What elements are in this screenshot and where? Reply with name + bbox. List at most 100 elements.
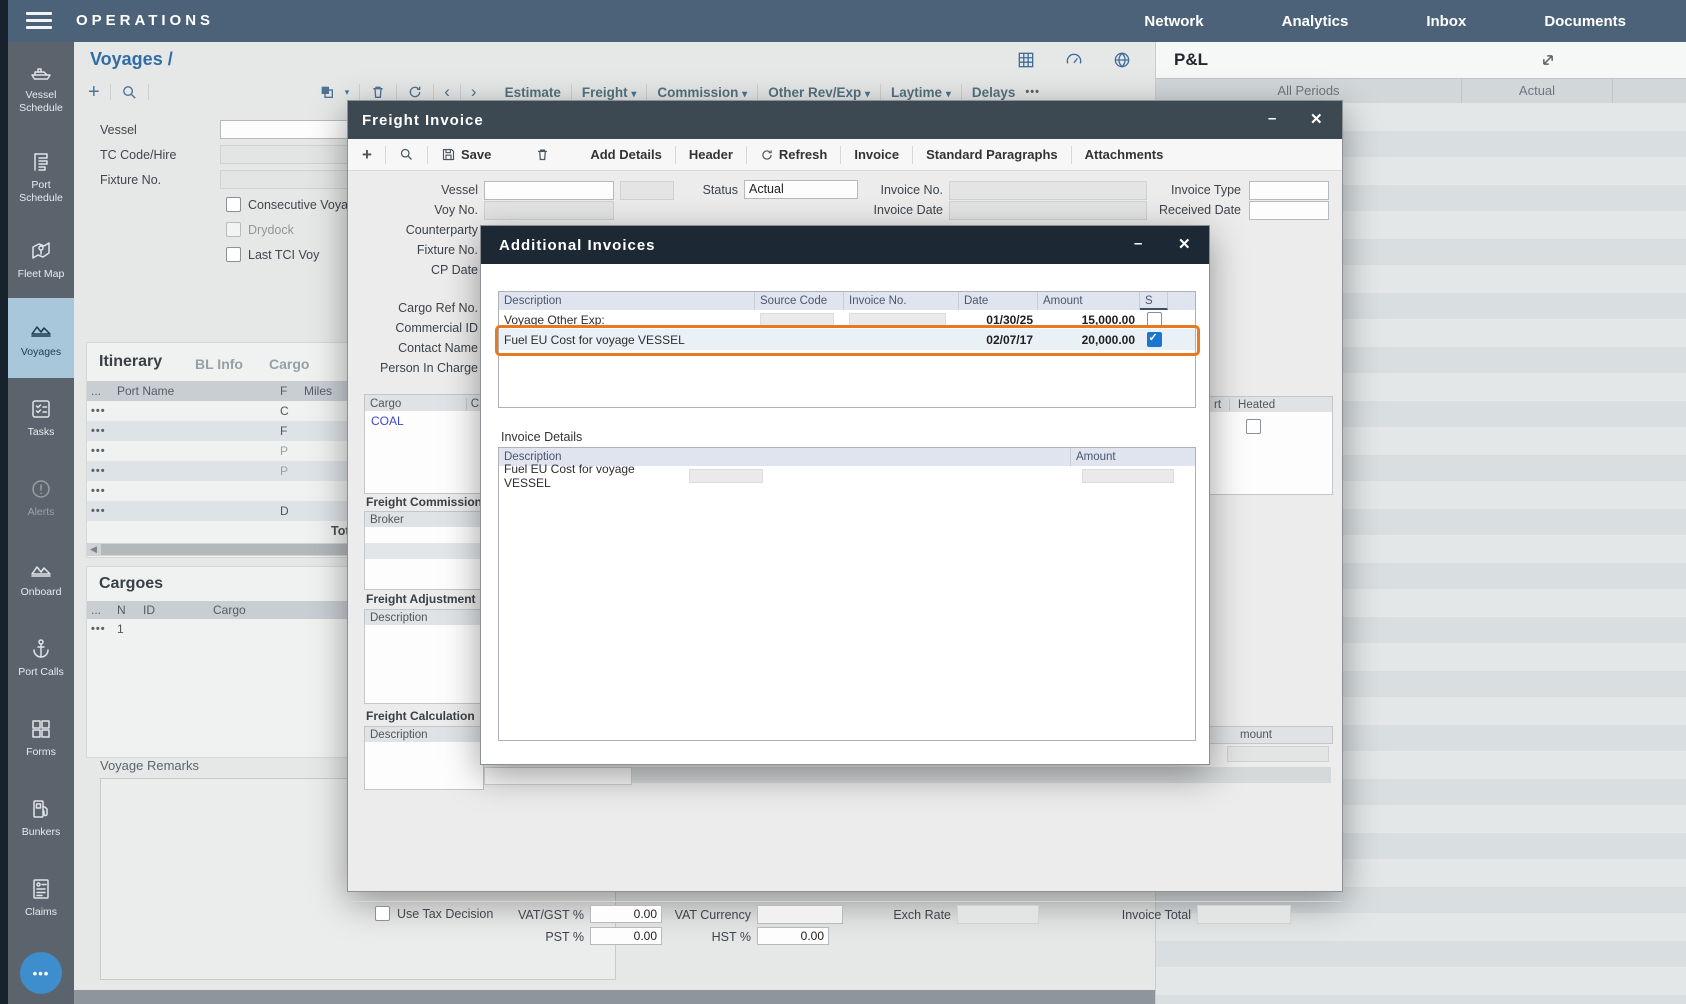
standard-paragraphs-button[interactable]: Standard Paragraphs xyxy=(926,147,1058,162)
col-f: F xyxy=(280,384,304,398)
checkbox-icon[interactable] xyxy=(375,906,390,921)
additional-invoices-titlebar[interactable]: Additional Invoices – ✕ xyxy=(481,226,1209,264)
freight-invoice-titlebar[interactable]: Freight Invoice – ✕ xyxy=(348,101,1342,139)
row-select-checkbox[interactable] xyxy=(1147,312,1162,327)
toolbar-overflow-icon[interactable]: ••• xyxy=(1025,86,1040,98)
fi-cargo-ref-no-label: Cargo Ref No. xyxy=(358,301,478,315)
top-menu-analytics[interactable]: Analytics xyxy=(1282,13,1349,30)
cargo-coal-link[interactable]: COAL xyxy=(365,411,483,431)
delete-icon[interactable] xyxy=(370,84,386,100)
sidebar-item-tasks[interactable]: Tasks xyxy=(8,378,74,458)
fi-invoice-no-input[interactable] xyxy=(949,181,1147,200)
header-button[interactable]: Header xyxy=(689,147,733,162)
attachments-button[interactable]: Attachments xyxy=(1085,147,1164,162)
sidebar-item-onboard[interactable]: Onboard xyxy=(8,538,74,618)
globe-icon[interactable] xyxy=(1112,50,1132,70)
fi-status-input[interactable]: Actual xyxy=(744,180,858,199)
expand-icon[interactable] xyxy=(1538,50,1558,70)
invoice-total-input[interactable] xyxy=(1197,905,1291,924)
close-button[interactable]: ✕ xyxy=(1310,110,1323,128)
toolbar-commission[interactable]: Commission ▾ xyxy=(657,85,747,100)
top-menu-inbox[interactable]: Inbox xyxy=(1426,13,1466,30)
sidebar-item-claims[interactable]: Claims xyxy=(8,858,74,938)
app-title: OPERATIONS xyxy=(76,12,214,29)
checkbox-icon[interactable] xyxy=(226,197,241,212)
fi-amount-input-fragment[interactable] xyxy=(1227,746,1329,762)
row-amount: 20,000.00 xyxy=(1038,331,1140,349)
chat-feedback-button[interactable]: ••• xyxy=(20,952,62,994)
refresh-icon[interactable] xyxy=(407,84,423,100)
refresh-button[interactable]: Refresh xyxy=(760,147,827,162)
sidebar-item-port-schedule[interactable]: Port Schedule xyxy=(8,132,74,222)
next-icon[interactable]: › xyxy=(471,82,477,102)
fi-vessel-input[interactable] xyxy=(484,181,614,200)
hst-input[interactable]: 0.00 xyxy=(757,927,829,945)
fi-voy-no-input[interactable] xyxy=(484,201,614,220)
row-description: Voyage Other Exp: xyxy=(499,311,755,329)
fi-invoice-date-input[interactable] xyxy=(949,201,1147,220)
sidebar-item-vessel-schedule[interactable]: Vessel Schedule xyxy=(8,42,74,132)
forms-icon xyxy=(29,717,53,741)
grid-view-icon[interactable] xyxy=(1016,50,1036,70)
chevron-down-icon: ▾ xyxy=(946,89,951,100)
invoice-row-fuel-eu-cost[interactable]: Fuel EU Cost for voyage VESSEL 02/07/17 … xyxy=(499,329,1195,350)
fi-invoice-no-label: Invoice No. xyxy=(843,183,943,197)
sidebar-item-bunkers[interactable]: Bunkers xyxy=(8,778,74,858)
pnl-actual-header[interactable]: Actual xyxy=(1462,79,1613,104)
scroll-left-arrow-icon[interactable]: ◀ xyxy=(90,544,97,555)
sidebar-item-forms[interactable]: Forms xyxy=(8,698,74,778)
toolbar-other-rev-exp[interactable]: Other Rev/Exp ▾ xyxy=(768,85,870,100)
sidebar-item-fleet-map[interactable]: Fleet Map xyxy=(8,222,74,298)
checkbox-icon[interactable] xyxy=(226,247,241,262)
sidebar-item-alerts[interactable]: Alerts xyxy=(8,458,74,538)
tc-code-hire-label: TC Code/Hire xyxy=(100,148,176,162)
add-details-button[interactable]: Add Details xyxy=(590,147,662,162)
row-date: 01/30/25 xyxy=(959,311,1038,329)
invoice-row-voyage-other-exp[interactable]: Voyage Other Exp: 01/30/25 15,000.00 xyxy=(499,310,1195,329)
gauge-icon[interactable] xyxy=(1064,50,1084,70)
add-icon[interactable]: + xyxy=(88,85,100,99)
prev-icon[interactable]: ‹ xyxy=(444,82,450,102)
heated-checkbox[interactable] xyxy=(1246,419,1261,434)
voyage-remarks-label: Voyage Remarks xyxy=(100,758,199,773)
tab-cargo[interactable]: Cargo xyxy=(269,356,309,372)
row-select-checkbox[interactable] xyxy=(1147,332,1162,347)
search-icon[interactable] xyxy=(121,84,138,101)
top-bar: OPERATIONS Network Analytics Inbox Docum… xyxy=(0,0,1686,42)
invoice-details-row[interactable]: Fuel EU Cost for voyage VESSEL xyxy=(499,466,1195,486)
top-menu-documents[interactable]: Documents xyxy=(1544,13,1626,30)
copy-icon[interactable] xyxy=(319,84,335,100)
drydock-checkbox[interactable]: Drydock xyxy=(226,222,294,237)
scrollbar-thumb[interactable] xyxy=(101,544,349,555)
fi-invoice-type-input[interactable] xyxy=(1249,181,1329,200)
sidebar-item-port-calls[interactable]: Port Calls xyxy=(8,618,74,698)
last-tci-voy-checkbox[interactable]: Last TCI Voy xyxy=(226,247,319,262)
delete-icon[interactable] xyxy=(535,147,550,162)
copy-caret-icon[interactable]: ▾ xyxy=(345,87,350,98)
toolbar-estimate[interactable]: Estimate xyxy=(505,85,561,100)
consecutive-voyage-checkbox[interactable]: Consecutive Voya xyxy=(226,197,348,212)
checkbox-icon[interactable] xyxy=(226,222,241,237)
save-button[interactable]: Save xyxy=(441,147,491,162)
freight-adjustment-body xyxy=(364,625,484,704)
hamburger-menu-icon[interactable] xyxy=(26,12,52,30)
minimize-button[interactable]: – xyxy=(1268,110,1276,127)
sidebar-item-voyages[interactable]: Voyages xyxy=(8,298,74,378)
use-tax-decision-checkbox[interactable]: Use Tax Decision xyxy=(375,906,493,921)
exch-rate-input[interactable] xyxy=(957,905,1039,924)
tab-bl-info[interactable]: BL Info xyxy=(195,356,243,372)
vat-currency-input[interactable] xyxy=(757,905,843,924)
add-icon[interactable]: + xyxy=(362,145,372,165)
invoice-no-cell xyxy=(849,313,946,327)
fi-received-date-input[interactable] xyxy=(1249,201,1329,220)
toolbar-freight[interactable]: Freight ▾ xyxy=(582,85,637,100)
minimize-button[interactable]: – xyxy=(1134,235,1142,252)
fi-person-in-charge-label: Person In Charge xyxy=(358,361,478,375)
top-menu-network[interactable]: Network xyxy=(1144,13,1203,30)
toolbar-delays[interactable]: Delays xyxy=(972,85,1016,100)
toolbar-laytime[interactable]: Laytime ▾ xyxy=(891,85,951,100)
close-button[interactable]: ✕ xyxy=(1178,235,1191,253)
invoice-button[interactable]: Invoice xyxy=(854,147,899,162)
freight-calculation-scroll-thumb[interactable] xyxy=(484,767,632,785)
search-icon[interactable] xyxy=(399,147,414,162)
